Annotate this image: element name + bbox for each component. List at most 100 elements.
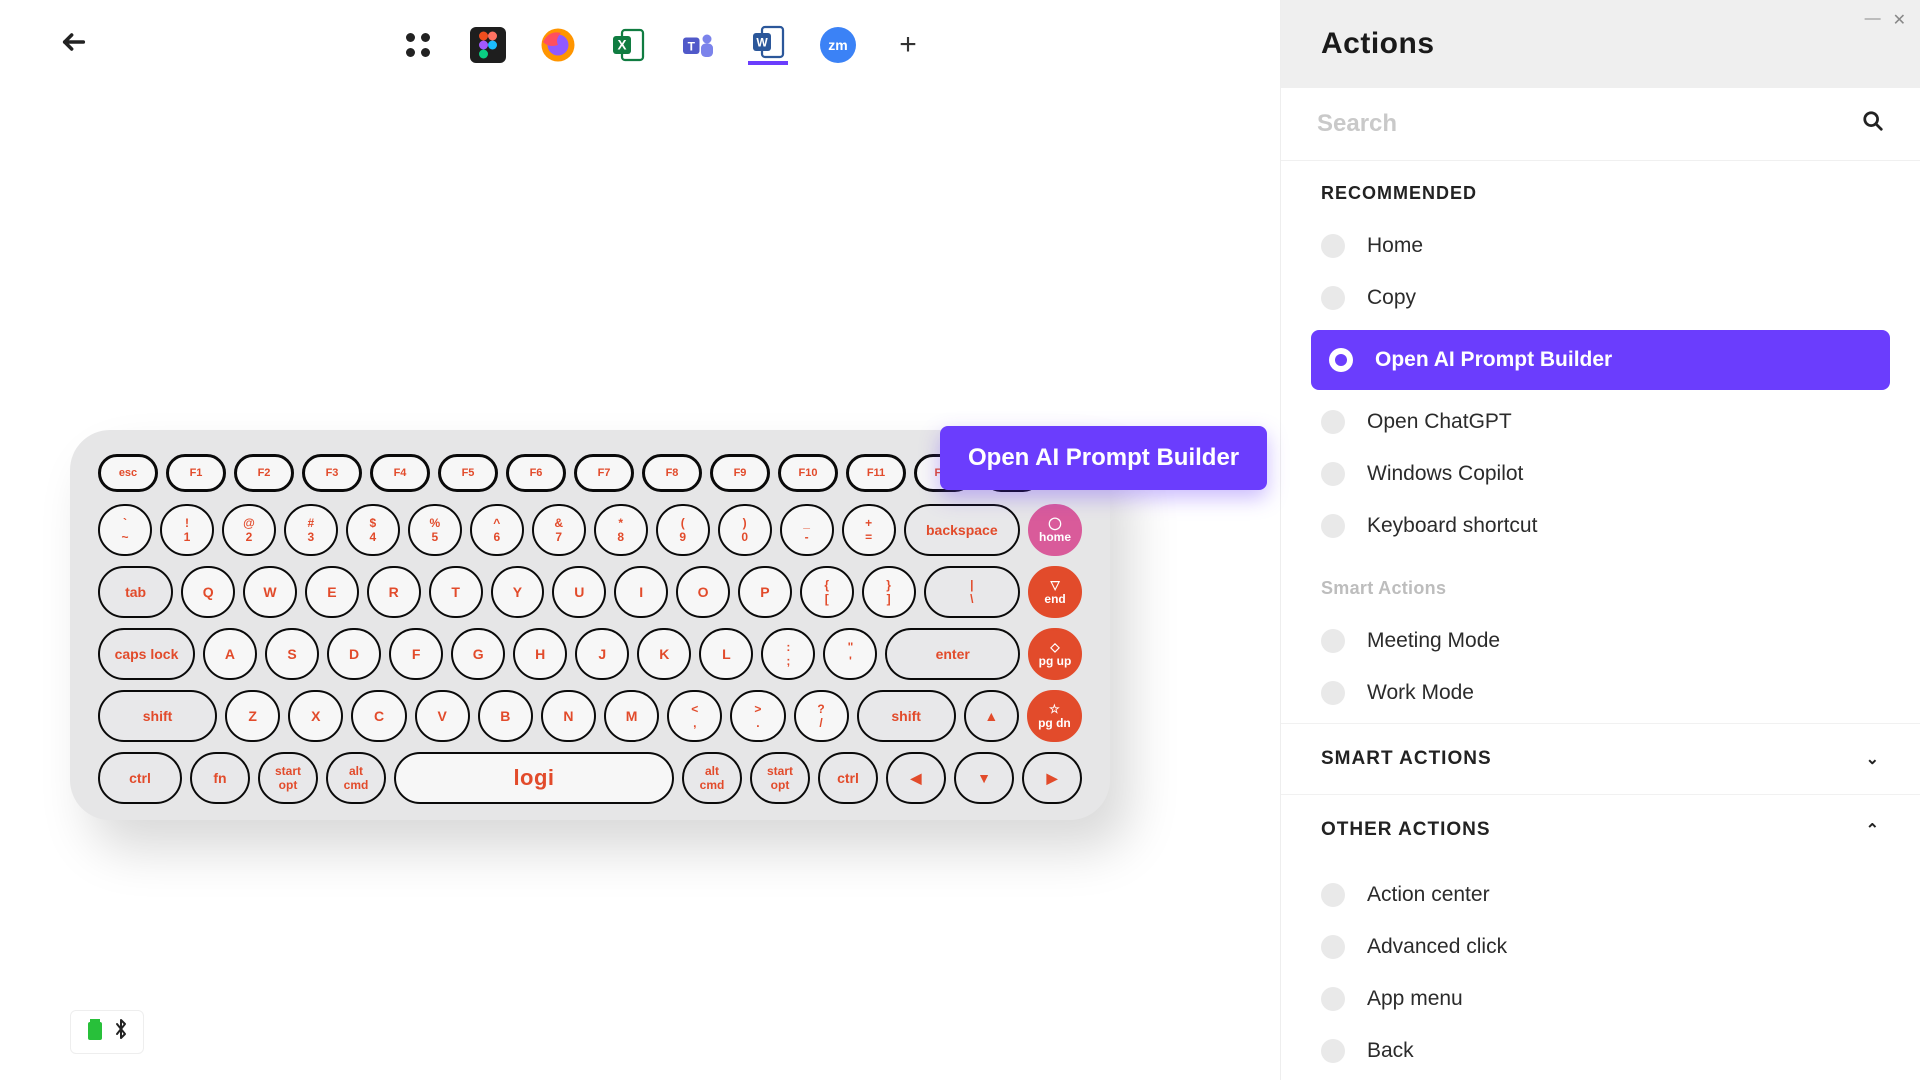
key-[interactable]: #3 [284,504,338,556]
key-l[interactable]: L [699,628,753,680]
action-item[interactable]: Meeting Mode [1281,615,1920,667]
key-f[interactable]: F [389,628,443,680]
key-[interactable]: $4 [346,504,400,556]
action-item[interactable]: Advanced click [1281,921,1920,973]
key-f11[interactable]: F11 [846,454,906,492]
key-f3[interactable]: F3 [302,454,362,492]
key-enter[interactable]: enter [885,628,1019,680]
key-capslock[interactable]: caps lock [98,628,195,680]
key-[interactable]: ▶ [1022,752,1082,804]
key-[interactable]: += [842,504,896,556]
app-tab-grid[interactable] [398,25,438,65]
key-[interactable]: ?/ [794,690,849,742]
app-tab-word[interactable]: W [748,25,788,65]
key-a[interactable]: A [203,628,257,680]
key-alt[interactable]: altcmd [682,752,742,804]
key-t[interactable]: T [429,566,483,618]
action-item[interactable]: Back [1281,1025,1920,1077]
window-minimize-icon[interactable]: — [1865,10,1881,30]
key-h[interactable]: H [513,628,567,680]
key-v[interactable]: V [415,690,470,742]
key-alt[interactable]: altcmd [326,752,386,804]
key-n[interactable]: N [541,690,596,742]
search-input[interactable] [1317,110,1862,138]
action-item[interactable]: Action center [1281,869,1920,921]
panel-scroll[interactable]: RECOMMENDEDHomeCopyOpen AI Prompt Builde… [1281,161,1920,1080]
action-item[interactable]: Open ChatGPT [1281,396,1920,448]
key-[interactable]: !1 [160,504,214,556]
key-k[interactable]: K [637,628,691,680]
key-r[interactable]: R [367,566,421,618]
action-item[interactable]: Copy [1281,272,1920,324]
key-[interactable]: ▲ [964,690,1019,742]
key-s[interactable]: S [265,628,319,680]
key-ctrl[interactable]: ctrl [818,752,878,804]
action-item[interactable]: App menu [1281,973,1920,1025]
key-[interactable]: *8 [594,504,648,556]
key-esc[interactable]: esc [98,454,158,492]
key-f1[interactable]: F1 [166,454,226,492]
action-item[interactable]: Home [1281,220,1920,272]
app-tab-figma[interactable] [468,25,508,65]
key-[interactable]: >. [730,690,785,742]
key-[interactable]: (9 [656,504,710,556]
action-item[interactable]: Keyboard shortcut [1281,500,1920,552]
key-[interactable]: "' [823,628,877,680]
key-[interactable]: ▼ [954,752,1014,804]
key-i[interactable]: I [614,566,668,618]
key-z[interactable]: Z [225,690,280,742]
key-j[interactable]: J [575,628,629,680]
key-[interactable]: `~ [98,504,152,556]
key-[interactable]: _- [780,504,834,556]
action-item[interactable]: Open AI Prompt Builder [1311,330,1890,390]
key-start[interactable]: startopt [258,752,318,804]
key-g[interactable]: G [451,628,505,680]
key-shift[interactable]: shift [98,690,217,742]
key-[interactable]: ▽end [1028,566,1082,618]
section-head[interactable]: SMART ACTIONS⌄ [1281,723,1920,794]
key-w[interactable]: W [243,566,297,618]
key-[interactable]: |\ [924,566,1021,618]
key-c[interactable]: C [351,690,406,742]
key-y[interactable]: Y [491,566,545,618]
key-[interactable]: <, [667,690,722,742]
key-f5[interactable]: F5 [438,454,498,492]
key-u[interactable]: U [552,566,606,618]
key-p[interactable]: P [738,566,792,618]
section-head[interactable]: OTHER ACTIONS⌃ [1281,794,1920,865]
key-backspace[interactable]: backspace [904,504,1020,556]
key-[interactable]: {[ [800,566,854,618]
app-tab-teams[interactable]: T [678,25,718,65]
key-o[interactable]: O [676,566,730,618]
key-f7[interactable]: F7 [574,454,634,492]
key-d[interactable]: D [327,628,381,680]
key-x[interactable]: X [288,690,343,742]
key-[interactable]: )0 [718,504,772,556]
key-[interactable]: ◇pg up [1028,628,1082,680]
key-q[interactable]: Q [181,566,235,618]
app-tab-firefox[interactable] [538,25,578,65]
search-icon[interactable] [1862,110,1884,138]
key-start[interactable]: startopt [750,752,810,804]
key-[interactable]: ◀ [886,752,946,804]
key-m[interactable]: M [604,690,659,742]
key-e[interactable]: E [305,566,359,618]
app-tab-add[interactable]: + [888,25,928,65]
key-[interactable]: @2 [222,504,276,556]
key-[interactable]: &7 [532,504,586,556]
action-item[interactable]: Work Mode [1281,667,1920,719]
key-ctrl[interactable]: ctrl [98,752,182,804]
key-[interactable]: ^6 [470,504,524,556]
key-[interactable]: }] [862,566,916,618]
key-space[interactable]: logi [394,752,674,804]
key-f4[interactable]: F4 [370,454,430,492]
key-f6[interactable]: F6 [506,454,566,492]
back-button[interactable] [60,28,88,63]
app-tab-excel[interactable]: X [608,25,648,65]
key-tab[interactable]: tab [98,566,173,618]
window-close-icon[interactable]: ✕ [1893,10,1906,30]
key-f9[interactable]: F9 [710,454,770,492]
key-shift[interactable]: shift [857,690,956,742]
key-[interactable]: %5 [408,504,462,556]
key-f10[interactable]: F10 [778,454,838,492]
